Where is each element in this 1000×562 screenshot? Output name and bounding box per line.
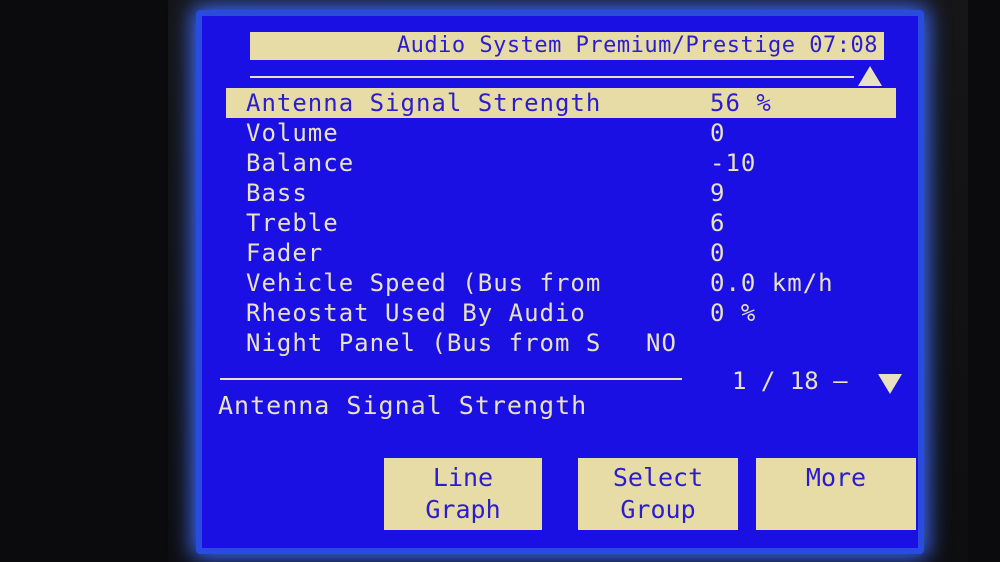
- more-label: More: [805, 463, 867, 492]
- parameter-row-volume[interactable]: Volume 0: [226, 118, 896, 148]
- down-triangle-icon[interactable]: [878, 374, 902, 394]
- parameter-value: 0 %: [710, 299, 757, 327]
- parameter-value: 9: [710, 179, 726, 207]
- diagnostic-screen: Audio System Premium/Prestige 07:08 Ante…: [196, 10, 924, 554]
- bottom-divider: [220, 378, 682, 380]
- parameter-label: Antenna Signal Strength: [246, 89, 602, 117]
- select-group-label-line1: Select: [612, 463, 704, 492]
- parameter-value: NO: [646, 329, 677, 357]
- parameter-label: Balance: [246, 149, 355, 177]
- parameter-label: Bass: [246, 179, 308, 207]
- parameter-value: 0: [710, 239, 726, 267]
- parameter-value: 56 %: [710, 89, 772, 117]
- parameter-list: Antenna Signal Strength 56 % Volume 0 Ba…: [226, 88, 896, 358]
- title-bar: Audio System Premium/Prestige 07:08: [250, 32, 884, 60]
- parameter-value: -10: [710, 149, 757, 177]
- parameter-label: Night Panel (Bus from S: [246, 329, 602, 357]
- line-graph-button[interactable]: Line Graph: [384, 458, 542, 530]
- parameter-row-balance[interactable]: Balance -10: [226, 148, 896, 178]
- more-button[interactable]: More: [756, 458, 916, 530]
- top-divider: [250, 76, 854, 78]
- parameter-label: Vehicle Speed (Bus from: [246, 269, 602, 297]
- parameter-row-fader[interactable]: Fader 0: [226, 238, 896, 268]
- parameter-label: Volume: [246, 119, 339, 147]
- line-graph-label-line2: Graph: [425, 495, 501, 524]
- parameter-row-rheostat[interactable]: Rheostat Used By Audio 0 %: [226, 298, 896, 328]
- parameter-row-bass[interactable]: Bass 9: [226, 178, 896, 208]
- page-indicator: 1 / 18 —: [732, 367, 848, 395]
- parameter-row-antenna-signal-strength[interactable]: Antenna Signal Strength 56 %: [226, 88, 896, 118]
- parameter-row-night-panel[interactable]: Night Panel (Bus from S NO: [226, 328, 896, 358]
- parameter-value: 6: [710, 209, 726, 237]
- parameter-row-vehicle-speed[interactable]: Vehicle Speed (Bus from 0.0 km/h: [226, 268, 896, 298]
- up-triangle-icon[interactable]: [858, 66, 882, 86]
- parameter-value: 0: [710, 119, 726, 147]
- parameter-row-treble[interactable]: Treble 6: [226, 208, 896, 238]
- select-group-button[interactable]: Select Group: [578, 458, 738, 530]
- parameter-label: Fader: [246, 239, 324, 267]
- line-graph-label-line1: Line: [432, 463, 494, 492]
- parameter-label: Rheostat Used By Audio: [246, 299, 586, 327]
- selected-parameter-description: Antenna Signal Strength: [218, 391, 588, 420]
- parameter-label: Treble: [246, 209, 339, 237]
- select-group-label-line2: Group: [620, 495, 696, 524]
- parameter-value: 0.0 km/h: [710, 269, 834, 297]
